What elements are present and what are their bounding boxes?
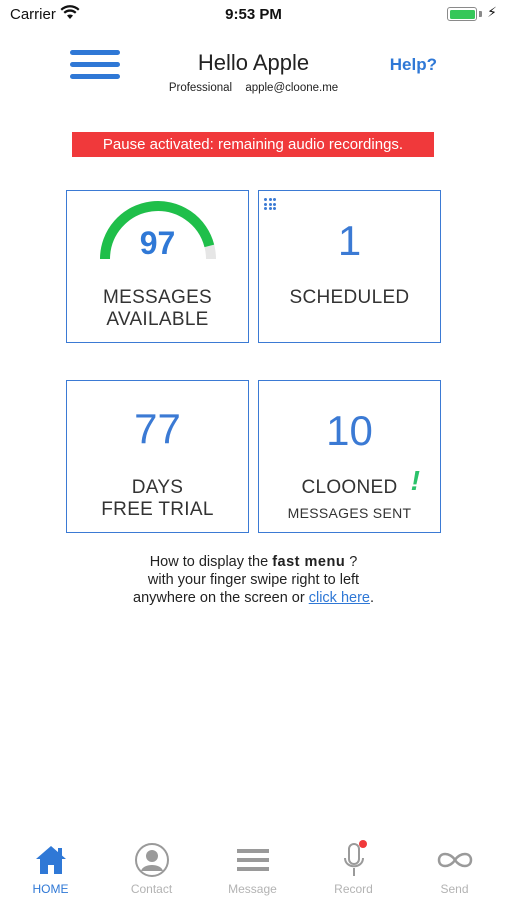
scheduled-value: 1 [337,217,362,264]
bottom-tab-bar: HOME Contact Message Record Send [0,836,507,900]
tab-label: Record [334,882,373,896]
account-subline: Professional apple@cloone.me [0,82,507,94]
microphone-icon [303,840,404,878]
battery-icon [447,7,477,21]
exclamation-mark: ! [410,465,420,496]
tab-contact[interactable]: Contact [101,836,202,900]
tab-label: Message [228,882,277,896]
help-link[interactable]: Help? [390,55,437,75]
pause-alert-banner: Pause activated: remaining audio recordi… [72,132,434,157]
trial-caption-line2: FREE TRIAL [101,499,214,520]
email-label: apple@cloone.me [245,82,339,94]
plan-label: Professional [168,82,233,94]
battery-tip [479,11,482,17]
messages-available-value: 97 [139,225,176,261]
charging-bolt-icon: ⚡ [487,4,497,20]
hint-line-3: anywhere on the screen or click here. [0,589,507,607]
scheduled-caption: SCHEDULED [289,287,410,308]
messages-caption-line1: MESSAGES [102,287,213,308]
scheduled-card[interactable]: 1 SCHEDULED [258,190,441,343]
hint-text: ? [345,554,358,570]
tab-home[interactable]: HOME [0,836,101,900]
tab-label: Contact [130,882,173,896]
sent-value: 10 [326,407,373,454]
messages-caption-line2: AVAILABLE [106,309,209,330]
messages-sent-caption: MESSAGES SENT [287,505,412,521]
tab-label: HOME [32,882,69,896]
tab-label: Send [440,882,469,896]
message-icon [202,842,303,878]
messages-available-card[interactable]: 97 MESSAGES AVAILABLE [66,190,249,343]
tab-message[interactable]: Message [202,836,303,900]
trial-caption-line1: DAYS [131,477,184,498]
status-bar: Carrier 9:53 PM ⚡ [0,0,507,30]
hint-bold-text: fast menu [272,554,346,570]
record-notification-dot [358,840,367,848]
free-trial-card[interactable]: 77 DAYS FREE TRIAL [66,380,249,533]
tab-send[interactable]: Send [404,836,505,900]
messages-sent-card[interactable]: 10 CLOONED ! MESSAGES SENT [258,380,441,533]
infinity-icon [404,842,505,878]
trial-days-value: 77 [134,405,181,452]
hint-text: . [369,590,374,606]
hint-text: anywhere on the screen or [133,590,309,606]
tab-record[interactable]: Record [303,836,404,900]
hint-line-2: with your finger swipe right to left [147,572,360,588]
hint-text: How to display the [149,554,273,570]
hint-line-1: How to display the fast menu ? [0,553,507,571]
contact-icon [101,842,202,878]
home-icon [0,842,101,878]
status-time: 9:53 PM [225,6,282,23]
grid-dots-icon [264,198,276,210]
fast-menu-hint: How to display the fast menu ? with your… [0,553,507,607]
click-here-link[interactable]: click here [309,590,370,606]
